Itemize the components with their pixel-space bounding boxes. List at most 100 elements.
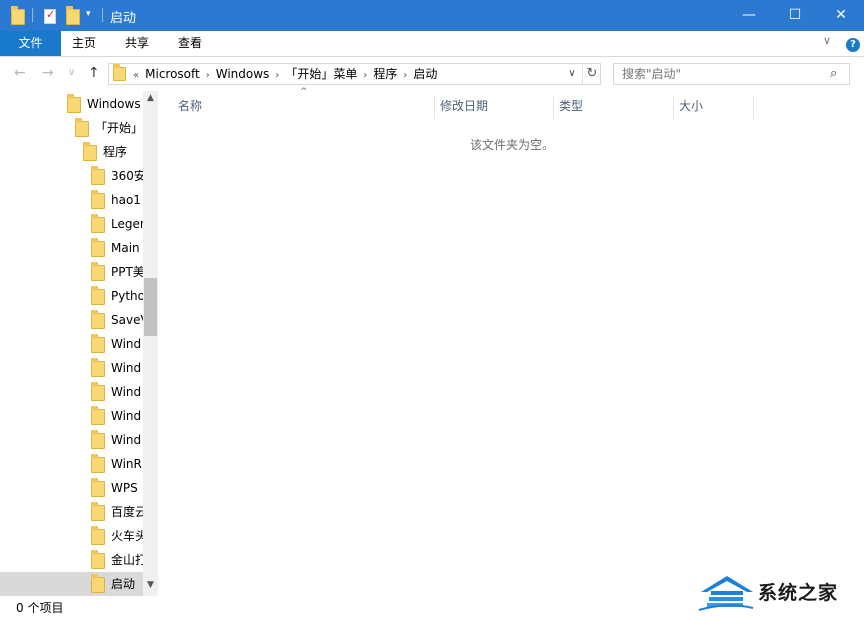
folder-icon (113, 64, 126, 81)
folder-icon (67, 94, 81, 113)
tree-item-label: PPT美 (111, 265, 143, 279)
scroll-up-icon[interactable]: ▲ (143, 93, 158, 103)
folder-icon (91, 526, 105, 545)
tree-item-label: hao1 (111, 193, 141, 207)
tree-item-label: 百度云 (111, 505, 143, 519)
navigation-bar: ← → ∨ ↑ « Microsoft › Windows › 「开始」菜单 › 程序 › 启动 … (0, 57, 864, 91)
tree-item-label: 火车头 (111, 529, 143, 543)
help-icon[interactable]: ? (846, 38, 860, 52)
recent-locations-button[interactable]: ∨ (68, 67, 75, 78)
tree-item-folder[interactable]: SaveV (0, 308, 143, 332)
breadcrumb-item[interactable]: Windows (216, 67, 270, 81)
tree-item-folder[interactable]: Wind (0, 428, 143, 452)
up-button[interactable]: ↑ (88, 65, 100, 81)
properties-icon[interactable] (44, 8, 56, 24)
tree-item-folder[interactable]: WPS (0, 476, 143, 500)
close-button[interactable]: ✕ (818, 0, 864, 31)
tab-share[interactable]: 共享 (114, 31, 160, 56)
tree-item-startup[interactable]: 启动 (0, 572, 143, 596)
tree-item-label: Wind (111, 409, 142, 423)
tree-item-folder[interactable]: 火车头 (0, 524, 143, 548)
column-divider[interactable] (434, 95, 435, 119)
watermark: 系统之家 (693, 570, 864, 617)
new-folder-icon[interactable] (66, 6, 80, 25)
navpane-scrollbar[interactable]: ▲ ▼ (143, 91, 158, 596)
tree-item-label: Wind (111, 337, 142, 351)
chevron-right-icon[interactable]: › (403, 70, 407, 81)
toolbar-separator (102, 8, 103, 22)
tree-item-folder[interactable]: Wind (0, 380, 143, 404)
watermark-text: 系统之家 (758, 582, 839, 604)
window-title: 启动 (110, 11, 137, 26)
maximize-button[interactable]: ☐ (772, 0, 818, 31)
breadcrumb: « Microsoft › Windows › 「开始」菜单 › 程序 › 启动 (133, 64, 443, 84)
tree-item-label: Legen (111, 217, 143, 231)
refresh-icon[interactable]: ↻ (582, 64, 601, 84)
search-input[interactable] (614, 64, 832, 84)
column-header-name[interactable]: 名称 (174, 95, 434, 119)
tree-item-folder[interactable]: Wind (0, 356, 143, 380)
column-header-modified[interactable]: 修改日期 (436, 95, 553, 119)
folder-icon (91, 214, 105, 233)
scrollbar-thumb[interactable] (144, 278, 157, 336)
minimize-button[interactable]: — (726, 0, 772, 31)
chevron-right-icon[interactable]: › (275, 70, 279, 81)
tree-item-start-menu[interactable]: 「开始」 (0, 116, 143, 140)
ribbon-expand-icon[interactable]: ∨ (823, 34, 831, 47)
quick-access-dropdown-icon[interactable]: ▾ (86, 9, 91, 19)
folder-icon (91, 550, 105, 569)
folder-icon (91, 190, 105, 209)
tree-item-programs[interactable]: 程序 (0, 140, 143, 164)
tab-view[interactable]: 查看 (167, 31, 213, 56)
forward-button[interactable]: → (42, 65, 54, 81)
breadcrumb-item[interactable]: 启动 (413, 67, 437, 81)
address-dropdown-icon[interactable]: ∨ (563, 64, 581, 84)
tree-item-folder[interactable]: 百度云 (0, 500, 143, 524)
scroll-down-icon[interactable]: ▼ (143, 580, 158, 590)
tree-item-label: 360安 (111, 169, 143, 183)
breadcrumb-item[interactable]: Microsoft (145, 67, 200, 81)
search-icon[interactable]: ⌕ (830, 66, 837, 81)
column-header-size[interactable]: 大小 (675, 95, 753, 119)
tree-item-folder[interactable]: Wind (0, 404, 143, 428)
chevron-right-icon[interactable]: › (206, 70, 210, 81)
tree-item-folder[interactable]: PPT美 (0, 260, 143, 284)
address-bar[interactable]: « Microsoft › Windows › 「开始」菜单 › 程序 › 启动 ∨ ↻ (108, 63, 601, 85)
tree-item-folder[interactable]: WinR (0, 452, 143, 476)
breadcrumb-overflow-icon[interactable]: « (133, 70, 139, 81)
column-divider[interactable] (753, 95, 754, 119)
tree-item-label: 「开始」 (95, 121, 143, 135)
item-count: 0 个项目 (16, 601, 64, 615)
tab-file[interactable]: 文件 (0, 31, 61, 56)
file-list[interactable]: ^ 名称 修改日期 类型 大小 该文件夹为空。 (158, 87, 864, 596)
tree-item-folder[interactable]: Pytho (0, 284, 143, 308)
explorer-window: ▾ 启动 — ☐ ✕ 文件 主页 共享 查看 ∨ ? ← → ∨ ↑ « Micr… (0, 0, 864, 617)
tree-item-folder[interactable]: 360安 (0, 164, 143, 188)
breadcrumb-item[interactable]: 程序 (373, 67, 397, 81)
folder-icon (91, 454, 105, 473)
tree-item-label: Wind (111, 433, 142, 447)
breadcrumb-item[interactable]: 「开始」菜单 (285, 67, 357, 81)
search-box: ⌕ (613, 63, 850, 85)
folder-icon (91, 262, 105, 281)
tree-item-folder[interactable]: Legen (0, 212, 143, 236)
tree-item-folder[interactable]: 金山打 (0, 548, 143, 572)
tree-item-label: Wind (111, 361, 142, 375)
tree-item-folder[interactable]: hao1 (0, 188, 143, 212)
column-header-type[interactable]: 类型 (555, 95, 673, 119)
folder-icon (91, 286, 105, 305)
folder-icon (91, 310, 105, 329)
tree-item-folder[interactable]: Wind (0, 332, 143, 356)
column-divider[interactable] (673, 95, 674, 119)
back-button[interactable]: ← (14, 65, 26, 81)
column-divider[interactable] (553, 95, 554, 119)
tree-item-windows[interactable]: Windows (0, 92, 143, 116)
empty-folder-message: 该文件夹为空。 (470, 138, 555, 152)
folder-icon (91, 166, 105, 185)
tree-item-folder[interactable]: Main (0, 236, 143, 260)
ribbon-tabs: 文件 主页 共享 查看 ∨ ? (0, 31, 864, 57)
tree-item-label: Pytho (111, 289, 143, 303)
chevron-right-icon[interactable]: › (363, 70, 367, 81)
toolbar-separator (32, 8, 33, 22)
tab-home[interactable]: 主页 (61, 31, 107, 56)
